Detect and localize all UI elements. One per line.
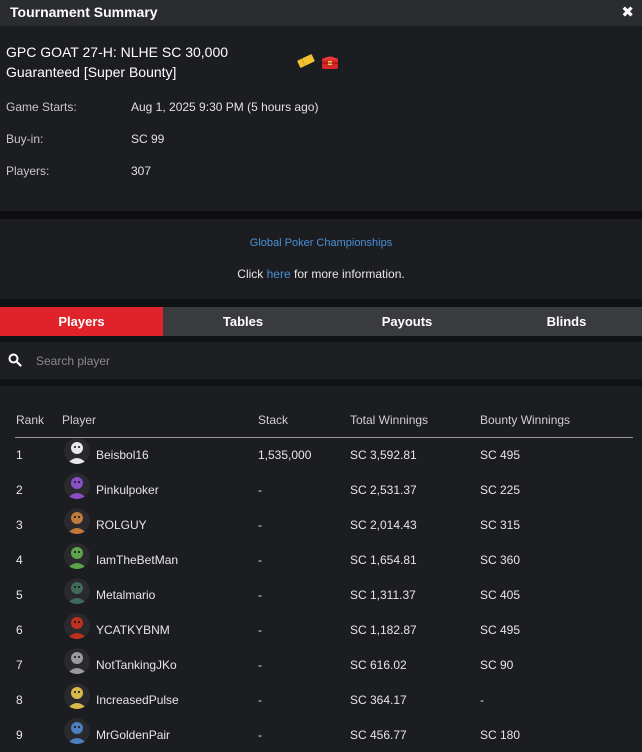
table-row[interactable]: 1 Beisbol16 1,535,000 SC 3,592.81 SC 495 [15, 438, 633, 473]
player-avatar [64, 718, 90, 744]
players-label: Players: [6, 164, 50, 178]
player-name-cell: ROLGUY [96, 518, 147, 532]
bounty-winnings-cell: SC 495 [480, 623, 521, 637]
search-icon [8, 353, 22, 372]
players-table: Rank Player Stack Total Winnings Bounty … [0, 386, 642, 752]
player-avatar [64, 648, 90, 674]
window-title: Tournament Summary [10, 4, 158, 20]
promo-panel: Global Poker Championships Click here fo… [0, 219, 642, 299]
player-avatar [64, 438, 90, 464]
player-avatar [64, 683, 90, 709]
tournament-badges [296, 52, 340, 77]
header-total-winnings[interactable]: Total Winnings [350, 413, 428, 427]
stack-cell: 1,535,000 [258, 448, 312, 462]
table-row[interactable]: 5 Metalmario - SC 1,311.37 SC 405 [15, 578, 633, 613]
total-winnings-cell: SC 456.77 [350, 728, 407, 742]
rank-cell: 4 [16, 553, 23, 567]
search-player-input[interactable] [36, 351, 616, 371]
player-avatar [64, 508, 90, 534]
stack-cell: - [258, 728, 262, 742]
player-name-cell: Pinkulpoker [96, 483, 159, 497]
tournament-info-panel: GPC GOAT 27-H: NLHE SC 30,000 Guaranteed… [0, 26, 642, 211]
total-winnings-cell: SC 2,014.43 [350, 518, 417, 532]
stack-cell: - [258, 693, 262, 707]
close-icon[interactable]: ✖ [621, 3, 634, 21]
buyin-label: Buy-in: [6, 132, 44, 146]
table-row[interactable]: 6 YCATKYBNM - SC 1,182.87 SC 495 [15, 613, 633, 648]
rank-cell: 3 [16, 518, 23, 532]
bounty-winnings-cell: SC 315 [480, 518, 521, 532]
divider [0, 211, 642, 219]
total-winnings-cell: SC 1,311.37 [350, 588, 416, 602]
tournament-name: GPC GOAT 27-H: NLHE SC 30,000 Guaranteed… [6, 44, 229, 80]
player-avatar [64, 543, 90, 569]
player-name-cell: Metalmario [96, 588, 156, 602]
bounty-winnings-cell: SC 405 [480, 588, 521, 602]
bounty-winnings-cell: SC 495 [480, 448, 521, 462]
stack-cell: - [258, 623, 262, 637]
stack-cell: - [258, 588, 262, 602]
bounty-winnings-cell: SC 90 [480, 658, 514, 672]
tab-payouts[interactable]: Payouts [323, 307, 491, 336]
table-header: Rank Player Stack Total Winnings Bounty … [15, 413, 633, 438]
total-winnings-cell: SC 3,592.81 [350, 448, 417, 462]
rank-cell: 8 [16, 693, 23, 707]
here-link[interactable]: here [267, 267, 291, 281]
player-avatar [64, 473, 90, 499]
stack-cell: - [258, 518, 262, 532]
search-bar [0, 342, 642, 379]
tab-blinds[interactable]: Blinds [491, 307, 642, 336]
bounty-winnings-cell: SC 180 [480, 728, 521, 742]
header-stack[interactable]: Stack [258, 413, 288, 427]
click-suffix: for more information. [294, 267, 405, 281]
tab-players[interactable]: Players [0, 307, 163, 336]
click-prefix: Click [237, 267, 264, 281]
championship-link[interactable]: Global Poker Championships [0, 237, 642, 249]
bounty-chest-icon [320, 52, 340, 77]
total-winnings-cell: SC 2,531.37 [350, 483, 417, 497]
table-row[interactable]: 4 IamTheBetMan - SC 1,654.81 SC 360 [15, 543, 633, 578]
player-name-cell: NotTankingJKo [96, 658, 177, 672]
more-info-text: Click here for more information. [0, 267, 642, 281]
rank-cell: 1 [16, 448, 23, 462]
rank-cell: 5 [16, 588, 23, 602]
rank-cell: 7 [16, 658, 23, 672]
stack-cell: - [258, 658, 262, 672]
ticket-icon [296, 52, 316, 77]
bounty-winnings-cell: SC 225 [480, 483, 521, 497]
bounty-winnings-cell: SC 360 [480, 553, 521, 567]
rank-cell: 2 [16, 483, 23, 497]
table-row[interactable]: 2 Pinkulpoker - SC 2,531.37 SC 225 [15, 473, 633, 508]
buyin-value: SC 99 [131, 132, 165, 146]
player-name-cell: IamTheBetMan [96, 553, 179, 567]
header-player[interactable]: Player [62, 413, 96, 427]
table-row[interactable]: 8 IncreasedPulse - SC 364.17 - [15, 683, 633, 718]
player-name-cell: IncreasedPulse [96, 693, 179, 707]
bounty-winnings-cell: - [480, 693, 484, 707]
tab-tables[interactable]: Tables [163, 307, 323, 336]
table-row[interactable]: 7 NotTankingJKo - SC 616.02 SC 90 [15, 648, 633, 683]
total-winnings-cell: SC 1,182.87 [350, 623, 417, 637]
player-name-cell: Beisbol16 [96, 448, 149, 462]
players-count: 307 [131, 164, 152, 178]
game-starts-value: Aug 1, 2025 9:30 PM (5 hours ago) [131, 100, 319, 114]
player-avatar [64, 578, 90, 604]
stack-cell: - [258, 483, 262, 497]
rank-cell: 6 [16, 623, 23, 637]
player-name-cell: MrGoldenPair [96, 728, 171, 742]
title-bar: Tournament Summary ✖ [0, 0, 642, 26]
player-name-cell: YCATKYBNM [96, 623, 170, 637]
total-winnings-cell: SC 1,654.81 [350, 553, 417, 567]
stack-cell: - [258, 553, 262, 567]
total-winnings-cell: SC 616.02 [350, 658, 407, 672]
player-avatar [64, 613, 90, 639]
game-starts-label: Game Starts: [6, 100, 77, 114]
header-bounty-winnings[interactable]: Bounty Winnings [480, 413, 570, 427]
total-winnings-cell: SC 364.17 [350, 693, 407, 707]
table-row[interactable]: 9 MrGoldenPair - SC 456.77 SC 180 [15, 718, 633, 752]
tab-bar: Players Tables Payouts Blinds [0, 307, 642, 336]
header-rank[interactable]: Rank [16, 413, 44, 427]
table-row[interactable]: 3 ROLGUY - SC 2,014.43 SC 315 [15, 508, 633, 543]
rank-cell: 9 [16, 728, 23, 742]
